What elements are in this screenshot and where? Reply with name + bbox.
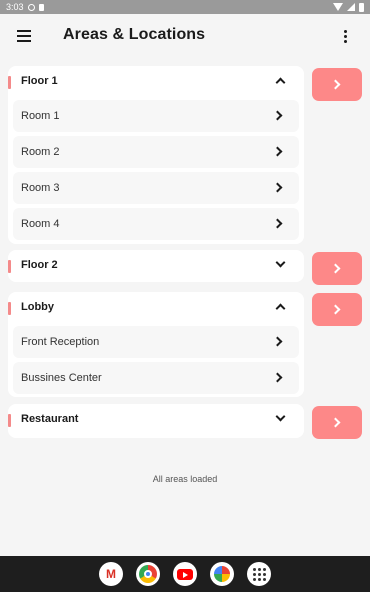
chrome-icon[interactable] xyxy=(136,562,160,586)
area-header-floor-2[interactable]: Floor 2 xyxy=(8,250,304,282)
area-card-floor-1: Floor 1 Room 1 Room 2 Room 3 Room 4 xyxy=(8,66,304,244)
chevron-right-icon xyxy=(330,263,341,274)
open-area-button-restaurant[interactable] xyxy=(312,406,362,439)
area-header-floor-1[interactable]: Floor 1 xyxy=(8,66,304,98)
hamburger-menu-icon[interactable] xyxy=(17,30,33,42)
chevron-right-icon xyxy=(272,372,283,383)
status-message: All areas loaded xyxy=(152,474,218,484)
chevron-right-icon xyxy=(272,218,283,229)
notification-icon xyxy=(38,3,44,11)
chevron-right-icon xyxy=(272,110,283,121)
room-label: Front Reception xyxy=(21,336,100,348)
room-item-room-4[interactable]: Room 4 xyxy=(13,208,299,240)
room-label: Room 4 xyxy=(21,218,60,230)
sync-icon xyxy=(27,3,35,11)
app-bar: Areas & Locations xyxy=(0,14,370,58)
room-item-room-3[interactable]: Room 3 xyxy=(13,172,299,204)
area-accent-bar xyxy=(8,260,11,273)
youtube-icon[interactable] xyxy=(173,562,197,586)
signal-icon xyxy=(347,3,355,11)
chevron-down-icon[interactable] xyxy=(275,257,286,268)
room-item-room-2[interactable]: Room 2 xyxy=(13,136,299,168)
area-label: Restaurant xyxy=(21,413,79,425)
chevron-right-icon xyxy=(272,336,283,347)
page-title: Areas & Locations xyxy=(63,26,206,43)
wifi-icon xyxy=(333,3,343,11)
room-item-bussines-center[interactable]: Bussines Center xyxy=(13,362,299,394)
room-label: Room 3 xyxy=(21,182,60,194)
area-label: Floor 1 xyxy=(21,75,58,87)
status-bar: 3:03 xyxy=(0,0,370,14)
area-card-restaurant: Restaurant xyxy=(8,404,304,438)
area-card-floor-2: Floor 2 xyxy=(8,250,304,282)
area-accent-bar xyxy=(8,302,11,315)
room-item-front-reception[interactable]: Front Reception xyxy=(13,326,299,358)
chevron-up-icon[interactable] xyxy=(275,303,286,314)
chevron-right-icon xyxy=(272,146,283,157)
open-area-button-floor-2[interactable] xyxy=(312,252,362,285)
more-vert-icon[interactable] xyxy=(342,30,348,44)
chevron-right-icon xyxy=(330,417,341,428)
gmail-icon[interactable]: M xyxy=(99,562,123,586)
app-drawer-icon[interactable] xyxy=(247,562,271,586)
open-area-button-floor-1[interactable] xyxy=(312,68,362,101)
chevron-right-icon xyxy=(330,79,341,90)
room-label: Room 2 xyxy=(21,146,60,158)
room-item-room-1[interactable]: Room 1 xyxy=(13,100,299,132)
area-label: Floor 2 xyxy=(21,259,58,271)
chevron-right-icon xyxy=(330,304,341,315)
area-card-lobby: Lobby Front Reception Bussines Center xyxy=(8,292,304,397)
chevron-up-icon[interactable] xyxy=(275,77,286,88)
area-header-restaurant[interactable]: Restaurant xyxy=(8,404,304,436)
area-label: Lobby xyxy=(21,301,54,313)
room-label: Room 1 xyxy=(21,110,60,122)
area-header-lobby[interactable]: Lobby xyxy=(8,292,304,324)
room-label: Bussines Center xyxy=(21,372,102,384)
photos-icon[interactable] xyxy=(210,562,234,586)
area-accent-bar xyxy=(8,414,11,427)
battery-icon xyxy=(359,2,364,12)
chevron-down-icon[interactable] xyxy=(275,411,286,422)
open-area-button-lobby[interactable] xyxy=(312,293,362,326)
status-time: 3:03 xyxy=(6,2,24,12)
app-dock: M xyxy=(0,556,370,592)
chevron-right-icon xyxy=(272,182,283,193)
area-accent-bar xyxy=(8,76,11,89)
